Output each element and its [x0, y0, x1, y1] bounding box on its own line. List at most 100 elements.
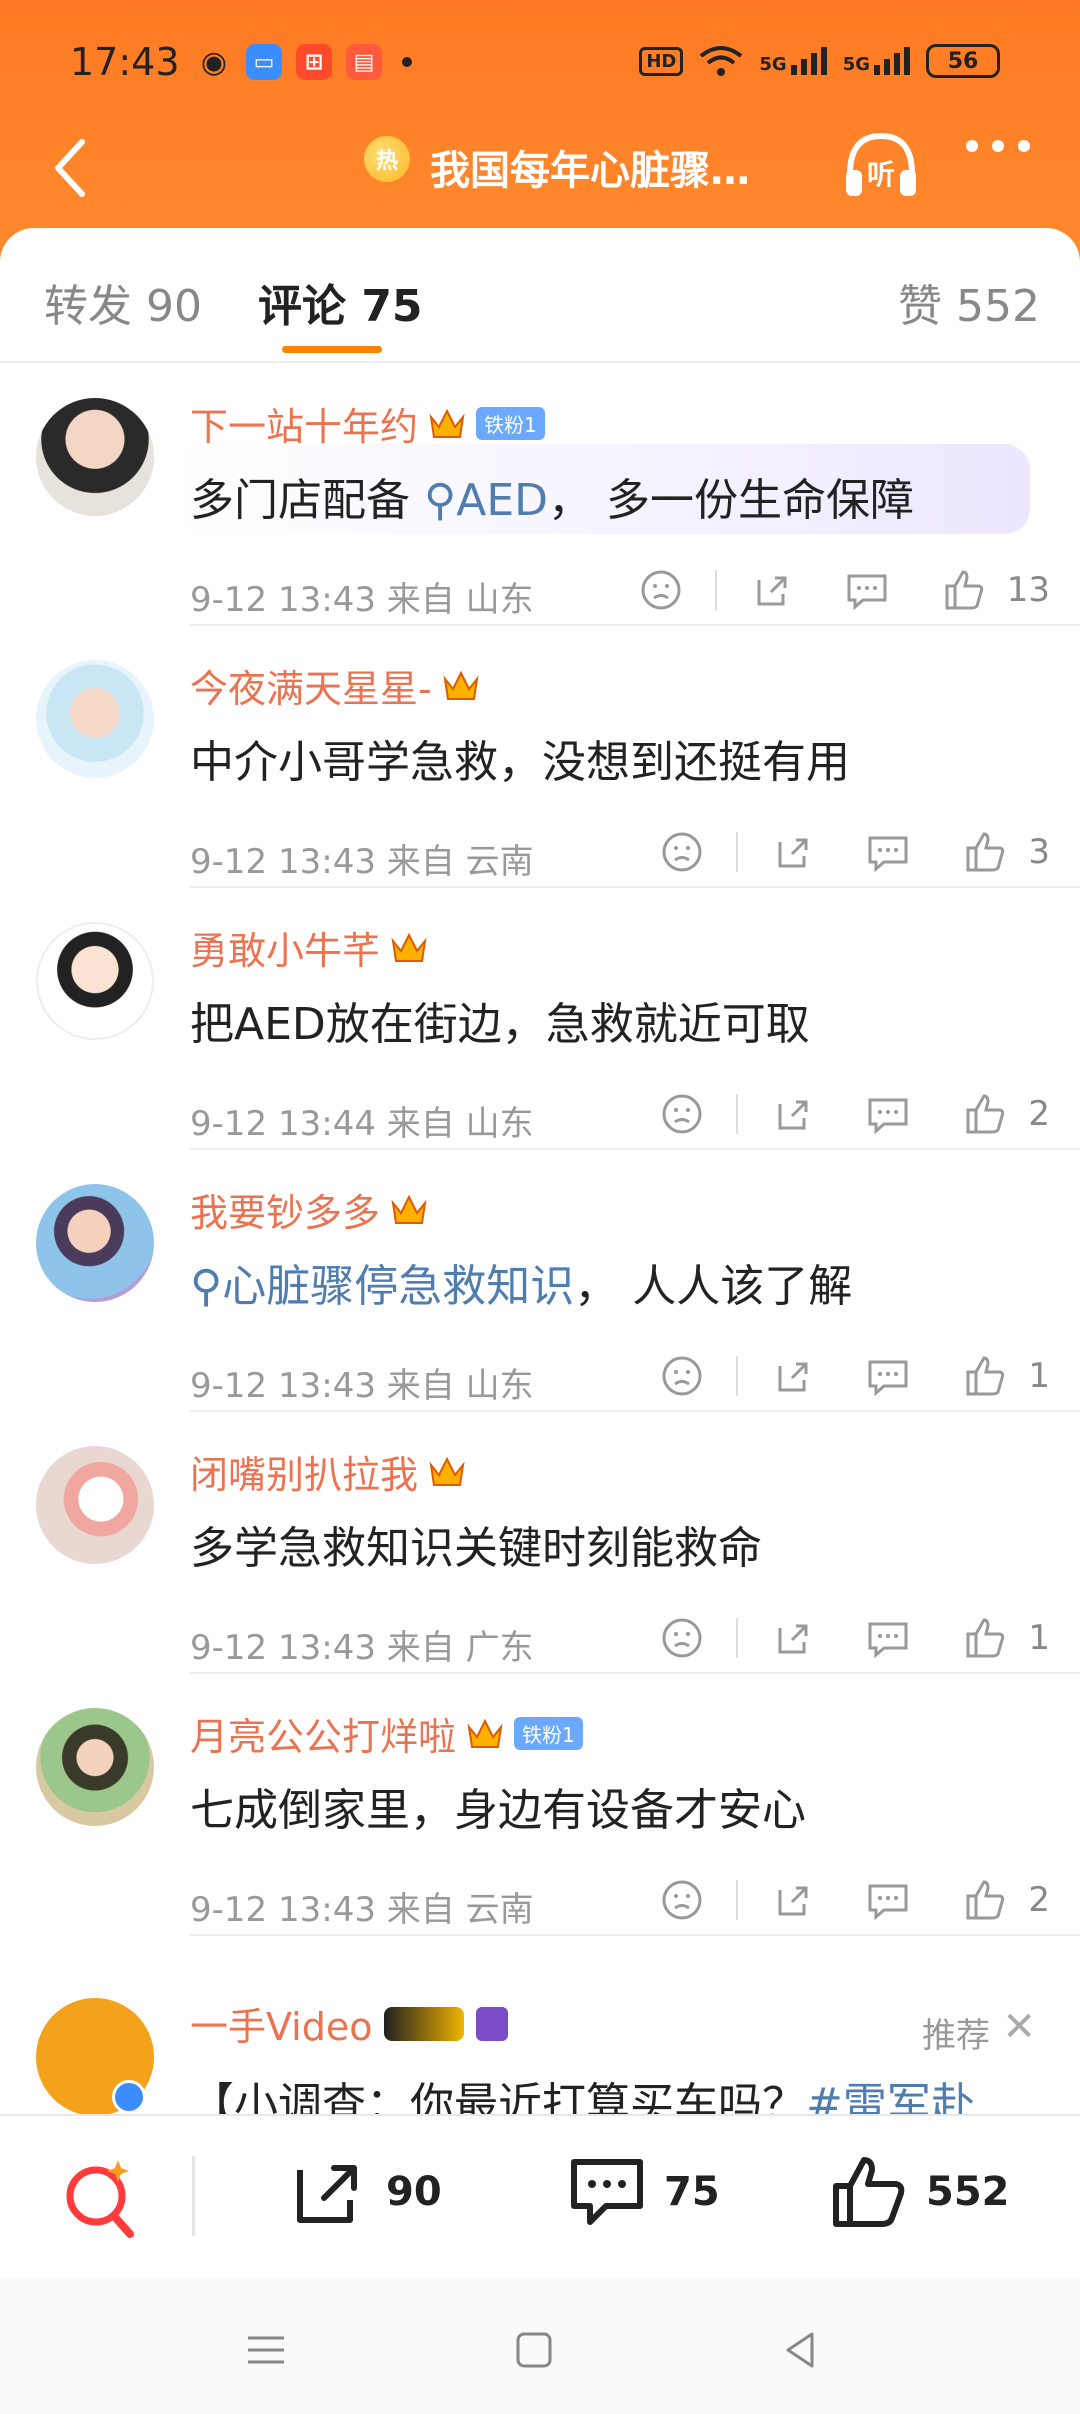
avatar[interactable] — [36, 1446, 154, 1564]
recommended-username[interactable]: 一手Video — [190, 1996, 509, 2051]
username-text[interactable]: 下一站十年约 — [190, 396, 418, 451]
more-options-icon[interactable] — [966, 140, 1030, 152]
listen-headphones-icon[interactable]: 听 — [840, 124, 922, 206]
reply-comment-icon[interactable] — [858, 1870, 918, 1930]
dislike-face-icon[interactable] — [652, 1870, 712, 1930]
back-arrow-icon[interactable] — [42, 128, 102, 208]
tab-repost[interactable]: 转发 90 — [44, 270, 202, 334]
search-link-text[interactable]: AED — [456, 475, 548, 526]
status-app-icons: ◉ ▭ ⊞ ▤ — [196, 44, 412, 80]
status-bar: 17:43 ◉ ▭ ⊞ ▤ HD 5G 5G 56 — [0, 0, 1080, 120]
search-link-text[interactable]: 心脏骤停急救知识 — [222, 1261, 574, 1312]
comment-text-after: ， 人人该了解 — [574, 1261, 853, 1312]
avatar[interactable] — [36, 1184, 154, 1302]
dislike-face-icon[interactable] — [652, 1084, 712, 1144]
comment-text: 中介小哥学急救，没想到还挺有用 — [190, 737, 850, 788]
share-icon[interactable] — [762, 1608, 822, 1668]
comment-text-after: ， 多一份生命保障 — [548, 475, 915, 526]
username-text[interactable]: 勇敢小牛芊 — [190, 920, 380, 975]
tab-likes[interactable]: 赞 552 — [898, 270, 1040, 334]
like-thumb-icon[interactable] — [954, 1608, 1014, 1668]
comment-meta: 9-12 13:43 来自 云南 — [190, 1890, 534, 1930]
reply-comment-icon[interactable] — [858, 822, 918, 882]
page-title[interactable]: 我国每年心脏骤… — [430, 138, 750, 196]
top-header-area: 17:43 ◉ ▭ ⊞ ▤ HD 5G 5G 56 热 我国每年心脏骤… 听 — [0, 0, 1080, 262]
search-link[interactable]: ⚲心脏骤停急救知识 — [190, 1261, 574, 1312]
tab-comments[interactable]: 评论 75 — [258, 270, 423, 334]
comment-username[interactable]: 下一站十年约 铁粉1 — [190, 396, 545, 451]
comment-item: 今夜满天星星- 中介小哥学急救，没想到还挺有用 9-12 13:43 来自 云南… — [0, 626, 1080, 888]
repost-button[interactable]: 90 — [290, 2154, 442, 2230]
tab-bar: 转发 90 评论 75 赞 552 — [0, 228, 1080, 363]
comment-actions: 3 — [652, 822, 1050, 882]
share-icon[interactable] — [741, 560, 801, 620]
divider — [736, 1094, 739, 1134]
username-text[interactable]: 一手Video — [190, 1996, 372, 2051]
share-icon[interactable] — [762, 1346, 822, 1406]
notification-dot-icon — [402, 57, 412, 67]
comment-icon — [571, 2159, 643, 2225]
dislike-face-icon[interactable] — [652, 1346, 712, 1406]
like-thumb-icon[interactable] — [954, 1084, 1014, 1144]
comment-username[interactable]: 今夜满天星星- — [190, 658, 480, 713]
username-text[interactable]: 我要钞多多 — [190, 1182, 380, 1237]
crown-badge-icon — [391, 1194, 427, 1224]
like-thumb-icon[interactable] — [933, 560, 993, 620]
listen-label: 听 — [867, 158, 895, 191]
avatar[interactable] — [36, 1708, 154, 1826]
crown-badge-icon — [443, 670, 479, 700]
like-button[interactable]: 552 — [830, 2154, 1010, 2230]
comment-actions: 13 — [631, 560, 1050, 620]
comment-username[interactable]: 我要钞多多 — [190, 1182, 428, 1237]
comment-username[interactable]: 月亮公公打烊啦 铁粉1 — [190, 1706, 583, 1761]
comment-text: 把AED放在街边，急救就近可取 — [190, 999, 810, 1050]
comment-meta: 9-12 13:43 来自 山东 — [190, 580, 534, 620]
divider — [192, 2156, 195, 2236]
like-thumb-icon[interactable] — [954, 1870, 1014, 1930]
reply-comment-icon[interactable] — [837, 560, 897, 620]
comment-item: 勇敢小牛芊 把AED放在街边，急救就近可取 9-12 13:44 来自 山东 2 — [0, 888, 1080, 1150]
comment-text: 多学急救知识关键时刻能救命 — [190, 1523, 762, 1574]
grid-app-icon: ⊞ — [296, 44, 332, 80]
close-icon[interactable]: ✕ — [1002, 2004, 1036, 2050]
divider — [736, 1618, 739, 1658]
like-count: 1 — [1028, 1356, 1050, 1396]
like-count: 1 — [1028, 1618, 1050, 1658]
share-icon[interactable] — [762, 1084, 822, 1144]
home-nav-icon[interactable] — [504, 2320, 564, 2380]
like-count: 13 — [1006, 570, 1050, 610]
share-icon[interactable] — [762, 822, 822, 882]
username-text[interactable]: 今夜满天星星- — [190, 658, 432, 713]
share-icon[interactable] — [762, 1870, 822, 1930]
back-nav-icon[interactable] — [770, 2320, 830, 2380]
like-thumb-icon[interactable] — [954, 822, 1014, 882]
avatar[interactable] — [36, 398, 154, 516]
username-text[interactable]: 月亮公公打烊啦 — [190, 1706, 456, 1761]
dislike-face-icon[interactable] — [652, 1608, 712, 1668]
avatar[interactable] — [36, 922, 154, 1040]
super-search-icon[interactable] — [56, 2150, 146, 2246]
status-time: 17:43 — [70, 40, 180, 84]
search-link[interactable]: ⚲AED — [424, 475, 548, 526]
like-count: 3 — [1028, 832, 1050, 872]
username-text[interactable]: 闭嘴别扒拉我 — [190, 1444, 418, 1499]
comment-text: 多门店配备 ⚲AED， 多一份生命保障 — [190, 464, 914, 528]
menu-nav-icon[interactable] — [236, 2320, 296, 2380]
reply-comment-icon[interactable] — [858, 1346, 918, 1406]
book-app-icon: ▤ — [346, 44, 382, 80]
comment-item: 下一站十年约 铁粉1 多门店配备 ⚲AED， 多一份生命保障 9-12 13:4… — [0, 364, 1080, 626]
reply-comment-icon[interactable] — [858, 1608, 918, 1668]
comment-meta: 9-12 13:43 来自 广东 — [190, 1628, 534, 1668]
comment-text: 七成倒家里，身边有设备才安心 — [190, 1785, 806, 1836]
divider — [714, 570, 717, 610]
comment-username[interactable]: 闭嘴别扒拉我 — [190, 1444, 466, 1499]
dislike-face-icon[interactable] — [631, 560, 691, 620]
comment-actions: 2 — [652, 1870, 1050, 1930]
comment-button[interactable]: 75 — [568, 2154, 720, 2230]
comment-meta: 9-12 13:43 来自 山东 — [190, 1366, 534, 1406]
like-thumb-icon[interactable] — [954, 1346, 1014, 1406]
reply-comment-icon[interactable] — [858, 1084, 918, 1144]
comment-username[interactable]: 勇敢小牛芊 — [190, 920, 428, 975]
dislike-face-icon[interactable] — [652, 822, 712, 882]
avatar[interactable] — [36, 660, 154, 778]
